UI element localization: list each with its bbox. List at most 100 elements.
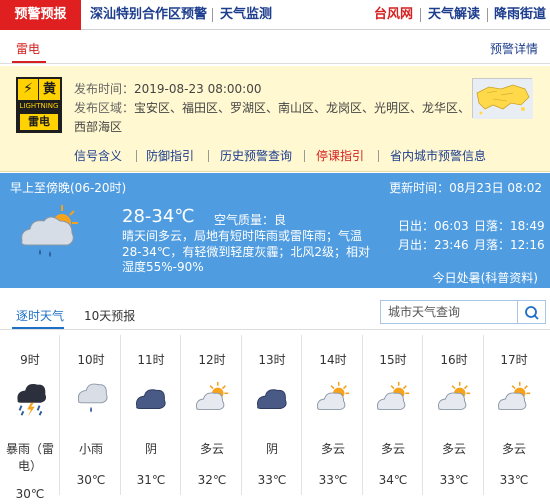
- hour-time: 10时: [77, 353, 105, 367]
- hour-temperature: 32℃: [197, 473, 227, 487]
- hour-time: 11时: [137, 353, 165, 367]
- tab-street-rain[interactable]: 降雨街道: [494, 0, 546, 30]
- issue-time-label: 发布时间：: [74, 82, 135, 96]
- divider: [378, 150, 379, 162]
- tab-lightning[interactable]: 雷电: [16, 40, 40, 57]
- link-defense-guide[interactable]: 防御指引: [146, 147, 194, 164]
- hour-column: 10时小雨 30℃: [61, 331, 121, 504]
- top-nav: 预警预报 深汕特别合作区预警 天气监测 台风网 天气解读 降雨街道: [0, 0, 550, 30]
- tab-10day[interactable]: 10天预报: [84, 307, 135, 324]
- cloudy-rain-icon: [21, 205, 78, 257]
- link-school-closure[interactable]: 停课指引: [316, 147, 364, 164]
- air-quality: 空气质量：良: [214, 213, 287, 227]
- hour-condition: 多云: [501, 442, 526, 456]
- issue-area-list-cont: 西部海区: [74, 120, 123, 134]
- tab-warning-forecast[interactable]: 预警预报: [0, 0, 81, 30]
- link-province-warnings[interactable]: 省内城市预警信息: [390, 147, 486, 164]
- temperature-range: 28-34℃: [122, 206, 195, 227]
- hour-time: 16时: [440, 353, 468, 367]
- hour-column: 16时多云 33℃: [424, 331, 484, 504]
- warning-area-map[interactable]: [472, 78, 533, 119]
- hour-temperature: 33℃: [257, 473, 287, 487]
- hour-column: 9时暴雨（雷电） 30℃: [0, 331, 60, 504]
- partly-cloudy-icon: [317, 381, 350, 410]
- hour-condition: 多云: [380, 442, 405, 456]
- city-search-input[interactable]: 城市天气查询: [380, 300, 518, 324]
- partly-cloudy-icon: [438, 381, 471, 410]
- moonrise: 月出：23:46: [398, 238, 469, 252]
- active-tab-indicator: [12, 327, 64, 329]
- search-button[interactable]: [518, 300, 546, 324]
- active-tab-indicator: [12, 61, 46, 63]
- current-weather-panel: 早上至傍晚(06-20时) 更新时间：08月23日 08:02 28-34℃ 空…: [0, 173, 550, 288]
- moonset: 月落：12:16: [474, 238, 545, 252]
- issue-area-list: 宝安区、福田区、罗湖区、南山区、龙岗区、光明区、龙华区、: [134, 101, 471, 115]
- tab-hourly[interactable]: 逐时天气: [16, 307, 64, 324]
- badge-english: LIGHTNING: [19, 102, 59, 110]
- hour-time: 13时: [258, 353, 286, 367]
- hour-temperature: 33℃: [499, 473, 529, 487]
- tab-shenshan-warning[interactable]: 深汕特别合作区预警: [90, 0, 207, 30]
- lightning-icon: ⚡: [18, 79, 38, 100]
- thunderstorm-icon: [17, 384, 47, 417]
- issue-area-row-cont: 西部海区: [74, 118, 122, 136]
- hour-column: 17时多云 33℃: [484, 331, 544, 504]
- forecast-period: 早上至傍晚(06-20时): [10, 181, 127, 195]
- hourly-forecast: 9时暴雨（雷电） 30℃ 10时小雨 30℃ 11时阴 31℃ 12时多云 32℃ 13时阴 33…: [0, 331, 550, 504]
- hour-temperature: 33℃: [439, 473, 469, 487]
- hour-condition: 暴雨（雷电）: [5, 442, 54, 473]
- warning-subheader: 雷电 预警详情: [0, 31, 550, 64]
- tab-weather-monitor[interactable]: 天气监测: [220, 0, 272, 30]
- hour-condition: 小雨: [78, 442, 103, 456]
- hour-temperature: 30℃: [76, 473, 106, 487]
- hour-condition: 阴: [265, 442, 278, 456]
- tab-weather-analysis[interactable]: 天气解读: [428, 0, 480, 30]
- lightning-warning-badge: ⚡ 黄 LIGHTNING 雷电: [16, 77, 62, 133]
- divider: [208, 150, 209, 162]
- warning-links: 信号含义 防御指引 历史预警查询 停课指引 省内城市预警信息: [74, 147, 534, 165]
- light-rain-icon: [77, 383, 108, 413]
- hour-column: 15时多云 34℃: [363, 331, 423, 504]
- overcast-icon: [257, 389, 287, 409]
- warning-level: 黄: [38, 79, 60, 100]
- partly-cloudy-icon: [498, 381, 531, 410]
- issue-time-row: 发布时间：2019-08-23 08:00:00: [74, 80, 261, 98]
- divider: [420, 8, 421, 22]
- hour-time: 14时: [319, 353, 347, 367]
- hour-column: 13时阴 33℃: [242, 331, 302, 504]
- hour-time: 9时: [20, 353, 40, 367]
- weather-description: 晴天间多云，局地有短时阵雨或雷阵雨；气温28-34℃，有轻微到轻度灰霾；北风2级…: [122, 229, 370, 274]
- overcast-icon: [136, 389, 166, 409]
- update-time: 更新时间：08月23日 08:02: [389, 181, 542, 195]
- sunrise: 日出：06:03: [398, 219, 469, 233]
- search-icon: [525, 306, 539, 320]
- hour-column: 14时多云 33℃: [303, 331, 363, 504]
- hour-temperature: 31℃: [136, 473, 166, 487]
- solar-term-link[interactable]: 今日处暑(科普资料): [433, 269, 538, 286]
- hour-temperature: 33℃: [318, 473, 348, 487]
- issue-time-value: 2019-08-23 08:00:00: [134, 82, 262, 96]
- divider: [212, 8, 213, 22]
- hour-temperature: 30℃: [15, 487, 45, 501]
- tab-typhoon[interactable]: 台风网: [374, 0, 413, 30]
- hour-condition: 阴: [144, 442, 157, 456]
- hour-time: 15时: [379, 353, 407, 367]
- partly-cloudy-icon: [377, 381, 410, 410]
- hour-column: 11时阴 31℃: [121, 331, 181, 504]
- divider: [487, 8, 488, 22]
- link-signal-meaning[interactable]: 信号含义: [74, 147, 122, 164]
- warning-details-link[interactable]: 预警详情: [490, 40, 538, 57]
- hour-condition: 多云: [441, 442, 466, 456]
- badge-chinese: 雷电: [20, 114, 58, 130]
- hour-condition: 多云: [320, 442, 345, 456]
- issue-area-row: 发布区域：宝安区、福田区、罗湖区、南山区、龙岗区、光明区、龙华区、: [74, 99, 470, 117]
- warning-panel: ⚡ 黄 LIGHTNING 雷电 发布时间：2019-08-23 08:00:0…: [0, 66, 550, 172]
- divider: [136, 150, 137, 162]
- map-thumbnail: [473, 79, 533, 119]
- hour-temperature: 34℃: [378, 473, 408, 487]
- partly-cloudy-icon: [196, 381, 229, 410]
- link-history-query[interactable]: 历史预警查询: [220, 147, 292, 164]
- hour-time: 12时: [198, 353, 226, 367]
- hour-time: 17时: [500, 353, 528, 367]
- divider: [304, 150, 305, 162]
